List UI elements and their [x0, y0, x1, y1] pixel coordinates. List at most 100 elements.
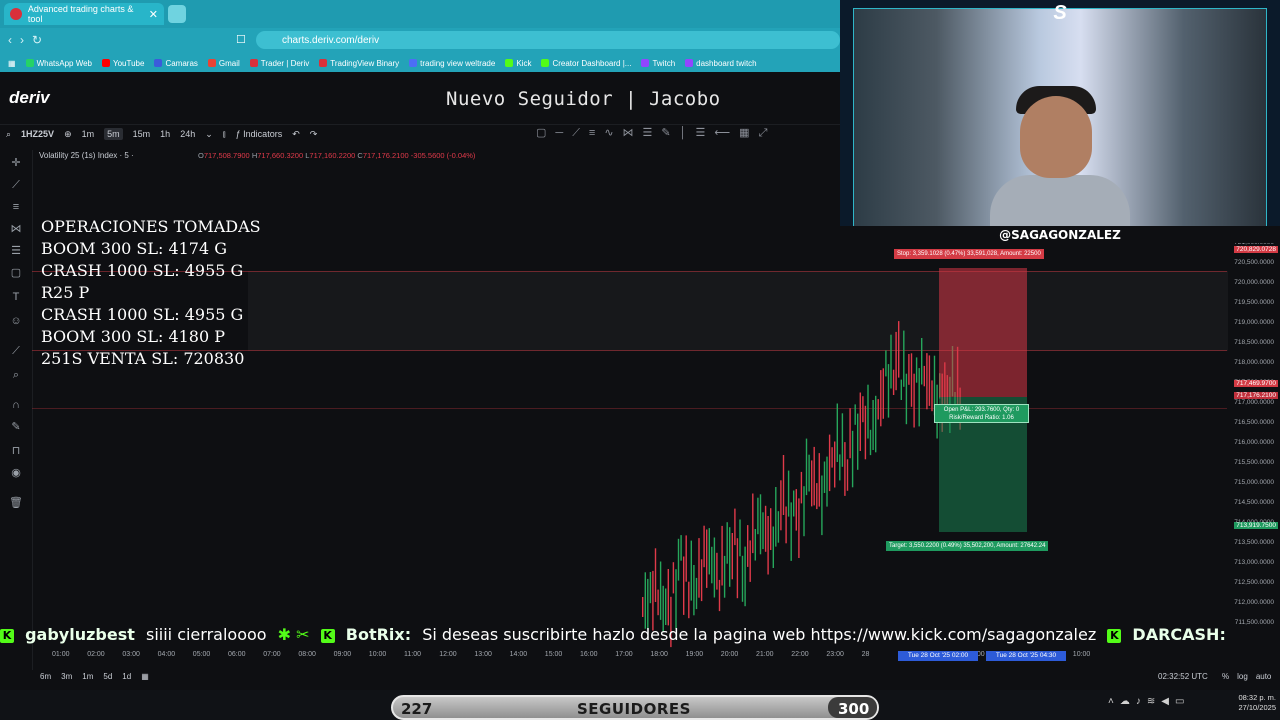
candle	[647, 578, 649, 630]
volume-icon[interactable]: ◀	[1161, 696, 1175, 707]
prediction-icon[interactable]: ☰	[8, 244, 24, 258]
range-6m[interactable]: 6m	[40, 672, 51, 681]
pattern-tool-icon[interactable]: ⋈	[623, 127, 643, 139]
crosshair-icon[interactable]: ✛	[8, 156, 24, 170]
line-tool-icon[interactable]: ⟋	[8, 178, 24, 192]
mic-icon[interactable]: ♪	[1136, 696, 1147, 707]
candle	[803, 486, 805, 537]
bookmark-item[interactable]: YouTube	[102, 59, 144, 68]
bookmark-label: dashboard twitch	[696, 58, 757, 68]
forward-icon[interactable]: ›	[20, 33, 32, 47]
eye-icon[interactable]: ◉	[8, 466, 24, 480]
bookmark-item[interactable]: trading view weltrade	[409, 59, 495, 68]
battery-icon[interactable]: ▭	[1175, 696, 1190, 707]
bookmark-item[interactable]: Trader | Deriv	[249, 59, 309, 68]
trendline-tool-icon[interactable]: ⟋	[572, 127, 589, 139]
deriv-logo[interactable]: deriv	[9, 88, 50, 108]
redo-icon[interactable]: ↷	[310, 129, 318, 140]
symbol-selector[interactable]: 1HZ25V	[21, 129, 54, 139]
reload-icon[interactable]: ↻	[32, 33, 50, 47]
bookmark-item[interactable]: dashboard twitch	[685, 58, 757, 68]
interval-5m[interactable]: 5m	[104, 128, 123, 140]
bookmarks-bar: ▦ WhatsApp Web YouTube Camaras Gmail Trader …	[0, 54, 840, 72]
browser-tab[interactable]: Advanced trading charts & tool ✕	[4, 3, 164, 25]
follower-goal: 300	[838, 700, 870, 718]
interval-15m[interactable]: 15m	[133, 129, 151, 139]
navigation-buttons[interactable]: ‹›↻	[8, 33, 50, 47]
ruler-icon[interactable]: ⟋	[8, 344, 24, 358]
bookmark-item[interactable]: WhatsApp Web	[25, 59, 92, 68]
text-tool-icon[interactable]: T	[8, 290, 24, 304]
bookmark-item[interactable]: Creator Dashboard |...	[541, 59, 631, 68]
bookmark-item[interactable]: Gmail	[207, 58, 240, 68]
range-1m[interactable]: 1m	[82, 672, 93, 681]
brush-tool-icon[interactable]: ∿	[604, 127, 622, 139]
shape-icon[interactable]: ▢	[8, 266, 24, 280]
apps-grid-icon[interactable]: ▦	[8, 59, 16, 68]
time-label: 01:00	[52, 651, 70, 658]
cloud-icon[interactable]: ☁	[1120, 696, 1136, 707]
undo-icon[interactable]: ↶	[292, 129, 300, 140]
close-tab-icon[interactable]: ✕	[149, 8, 158, 21]
gann-tool-icon[interactable]: ☰	[696, 127, 715, 139]
system-clock[interactable]: 08:32 p. m. 27/10/2025	[1226, 693, 1276, 713]
range-5d[interactable]: 5d	[103, 672, 112, 681]
ray-tool-icon[interactable]: ⟵	[714, 127, 739, 139]
pattern-icon[interactable]: ⋈	[8, 222, 24, 236]
search-icon[interactable]: ⌕	[6, 129, 11, 140]
candle	[782, 455, 785, 515]
range-1d[interactable]: 1d	[122, 672, 131, 681]
candle	[798, 498, 800, 558]
time-label: 18:00	[650, 651, 668, 658]
candle	[695, 577, 698, 610]
chevron-down-icon[interactable]: ⌄	[205, 129, 213, 140]
fib-tool-icon[interactable]: ≡	[589, 127, 604, 139]
emoji-icon[interactable]: ☺	[8, 314, 24, 328]
bookmark-item[interactable]: TradingView Binary	[319, 59, 399, 68]
fullscreen-icon[interactable]: ⤢	[759, 127, 777, 139]
pencil-tool-icon[interactable]: ✎	[661, 127, 679, 139]
price-axis[interactable]: 721,000.0000720,500.0000720,000.0000719,…	[1227, 236, 1280, 648]
chevron-up-icon[interactable]: ˄	[1108, 696, 1120, 707]
candle	[723, 555, 726, 598]
range-3m[interactable]: 3m	[61, 672, 72, 681]
percent-toggle[interactable]: %	[1222, 672, 1229, 681]
stop-loss-zone[interactable]	[939, 268, 1027, 397]
bookmark-item[interactable]: Twitch	[641, 59, 675, 68]
url-field[interactable]: charts.deriv.com/deriv	[256, 31, 840, 49]
bookmark-item[interactable]: Kick	[505, 59, 531, 68]
back-icon[interactable]: ‹	[8, 33, 20, 47]
calendar-icon[interactable]: ▦	[141, 672, 149, 681]
log-toggle[interactable]: log	[1237, 672, 1248, 681]
interval-1h[interactable]: 1h	[160, 129, 170, 139]
time-label: 02:00	[87, 651, 105, 658]
interval-24h[interactable]: 24h	[180, 129, 195, 139]
vline-tool-icon[interactable]: │	[680, 127, 696, 139]
price-label: 713,500.0000	[1234, 539, 1274, 546]
rectangle-tool-icon[interactable]: ▢	[536, 127, 555, 139]
candle	[721, 525, 723, 586]
channel-tool-icon[interactable]: ☰	[643, 127, 662, 139]
time-label: 19:00	[685, 651, 704, 658]
candle	[854, 404, 856, 425]
new-tab-button[interactable]	[168, 5, 186, 23]
wifi-icon[interactable]: ≋	[1147, 696, 1161, 707]
zoom-icon[interactable]: ⌕	[8, 368, 24, 382]
stay-drawing-icon[interactable]: ✎	[8, 420, 24, 434]
trash-icon[interactable]: 🗑	[8, 496, 24, 510]
bookmark-item[interactable]: Camaras	[154, 59, 198, 68]
candle	[716, 552, 718, 590]
magnet-icon[interactable]: ∩	[8, 398, 24, 412]
lock-icon[interactable]: ⊓	[8, 444, 24, 458]
candle-type-icon[interactable]: ⫾	[223, 129, 226, 140]
hline-tool-icon[interactable]: ─	[555, 127, 572, 139]
add-symbol-icon[interactable]: ⊕	[64, 129, 72, 140]
interval-1m[interactable]: 1m	[82, 129, 95, 139]
candle	[736, 538, 739, 599]
grid-icon[interactable]: ▦	[739, 127, 758, 139]
bookmark-label: Gmail	[218, 58, 240, 68]
bookmark-icon[interactable]: ☐	[236, 33, 246, 46]
fib-icon[interactable]: ≡	[8, 200, 24, 214]
indicators-button[interactable]: ƒ Indicators	[236, 129, 283, 139]
auto-toggle[interactable]: auto	[1256, 672, 1272, 681]
